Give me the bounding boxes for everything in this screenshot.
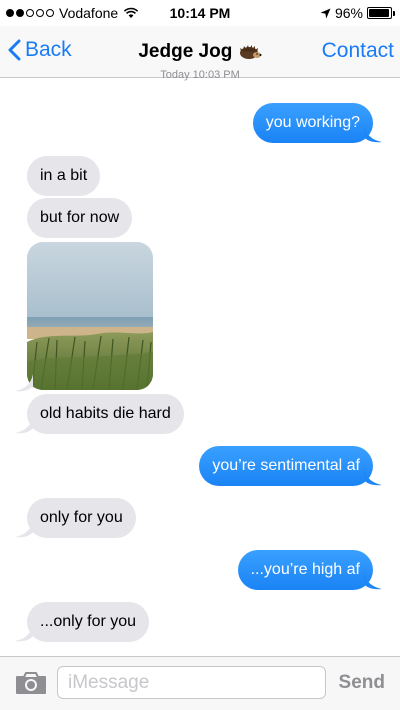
contact-button[interactable]: Contact	[322, 39, 394, 63]
bubble-tail	[15, 416, 33, 434]
outgoing-message-bubble[interactable]: you’re sentimental af	[199, 446, 373, 486]
incoming-message-bubble[interactable]: only for you	[27, 498, 136, 538]
hedgehog-emoji-icon	[239, 44, 262, 59]
camera-icon[interactable]	[15, 671, 47, 695]
message-composer: Send	[0, 656, 400, 710]
status-bar: Vodafone 10:14 PM 96%	[0, 0, 400, 26]
bubble-tail	[15, 624, 33, 642]
location-arrow-icon	[320, 8, 331, 18]
incoming-message-bubble[interactable]: but for now	[27, 198, 133, 238]
bubble-tail	[15, 374, 33, 392]
incoming-message-bubble[interactable]: in a bit	[27, 156, 101, 196]
battery-info: 96%	[320, 5, 395, 21]
incoming-message-bubble[interactable]: old habits die hard	[27, 394, 184, 434]
battery-percent: 96%	[334, 5, 363, 21]
bubble-tail	[15, 520, 33, 538]
outgoing-message-bubble[interactable]: you working?	[252, 103, 373, 143]
battery-icon	[367, 7, 395, 19]
battery-level-fill	[369, 9, 390, 17]
incoming-message-bubble[interactable]: ...only for you	[27, 602, 150, 642]
bubble-tail	[364, 468, 382, 486]
conversation-timestamp: Today 10:03 PM	[160, 69, 240, 81]
imessage-input[interactable]	[57, 666, 326, 699]
incoming-photo-message[interactable]	[27, 242, 153, 390]
contact-name: Jedge Jog	[138, 41, 233, 62]
bubble-tail	[364, 572, 382, 590]
beach-dunes-photo	[27, 242, 153, 390]
send-button[interactable]: Send	[339, 672, 385, 694]
outgoing-message-bubble[interactable]: ...you’re high af	[237, 550, 373, 590]
bubble-tail	[364, 125, 382, 143]
